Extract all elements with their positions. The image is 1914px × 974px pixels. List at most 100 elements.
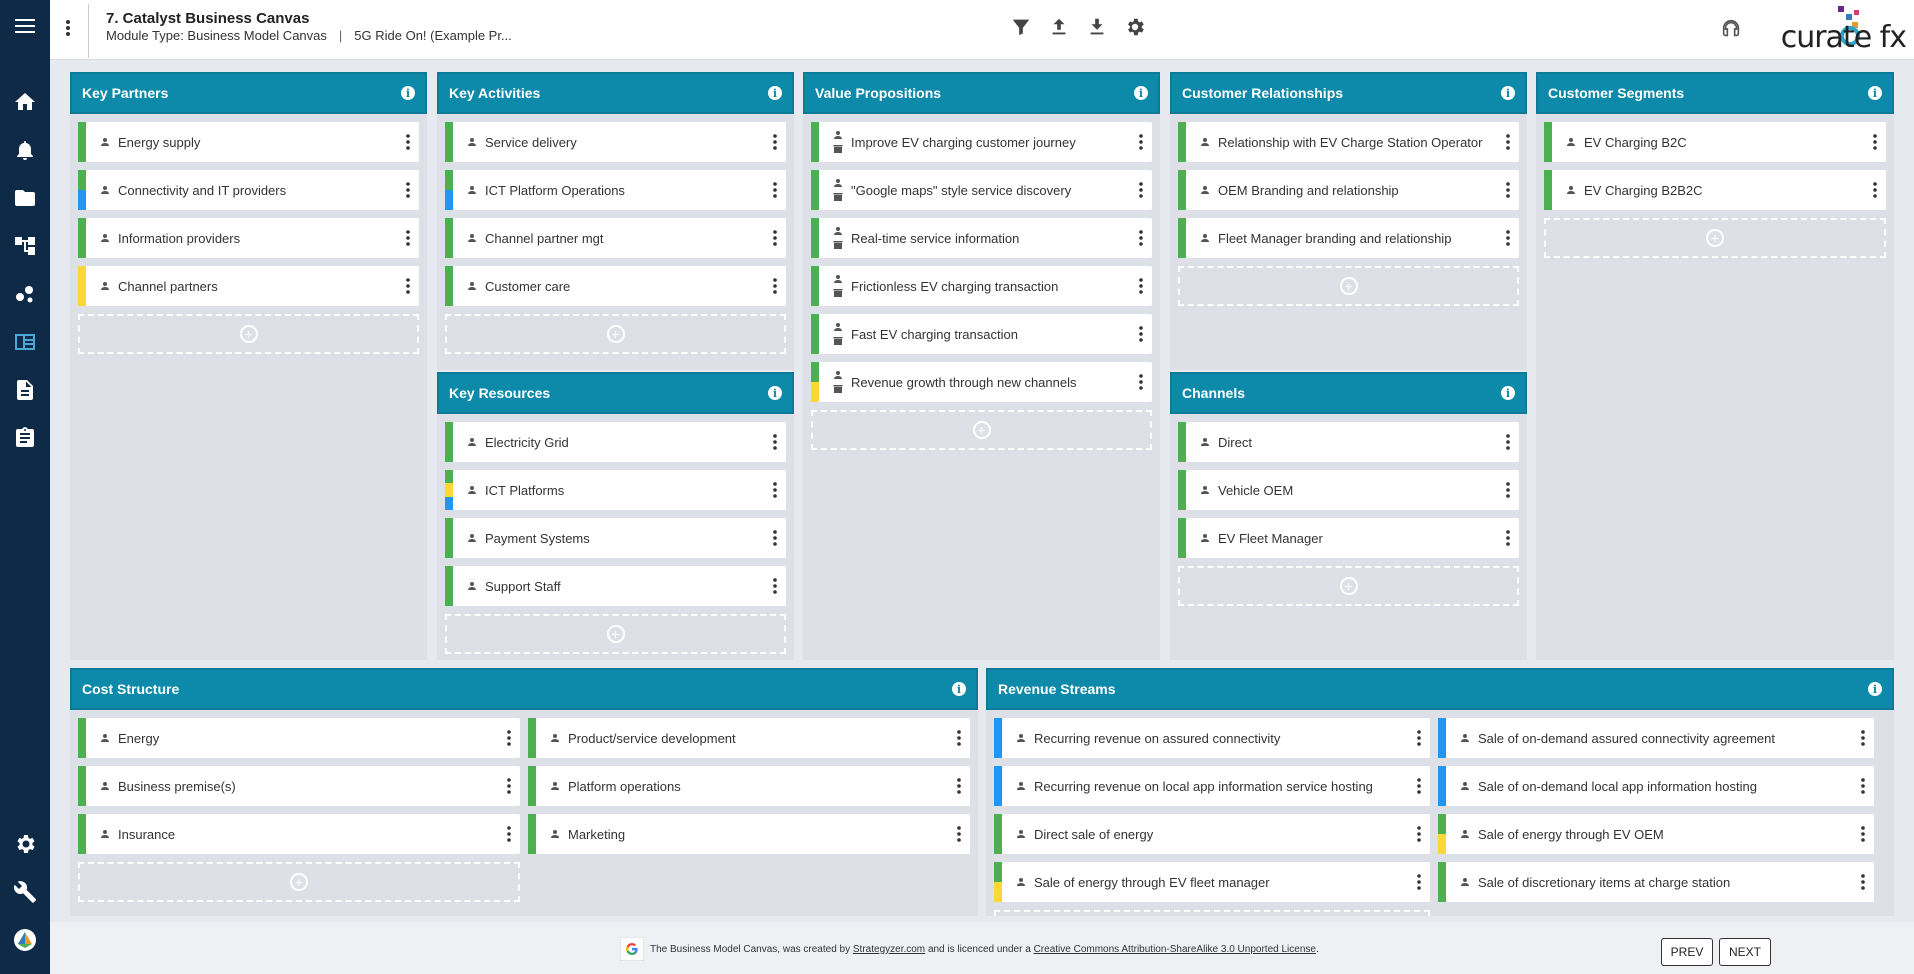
- card-menu-icon[interactable]: [1497, 518, 1519, 558]
- info-icon[interactable]: i: [1134, 86, 1148, 100]
- card-menu-icon[interactable]: [1852, 814, 1874, 854]
- card-menu-icon[interactable]: [764, 518, 786, 558]
- add-card-slot[interactable]: +: [78, 862, 520, 902]
- more-options-icon[interactable]: [56, 14, 80, 42]
- card-ev-charging-b2b2c[interactable]: EV Charging B2B2C: [1544, 170, 1886, 210]
- card-recurring-revenue-on-local-app-information-service-hosting[interactable]: Recurring revenue on local app informati…: [994, 766, 1430, 806]
- add-card-slot[interactable]: +: [78, 314, 419, 354]
- card-menu-icon[interactable]: [397, 266, 419, 306]
- info-icon[interactable]: i: [1868, 86, 1882, 100]
- card-menu-icon[interactable]: [764, 170, 786, 210]
- canvas-icon[interactable]: [0, 322, 50, 362]
- card-ev-fleet-manager[interactable]: EV Fleet Manager: [1178, 518, 1519, 558]
- card-support-staff[interactable]: Support Staff: [445, 566, 786, 606]
- clipboard-icon[interactable]: [0, 418, 50, 458]
- card-menu-icon[interactable]: [1408, 814, 1430, 854]
- add-card-slot[interactable]: +: [1178, 266, 1519, 306]
- card-ev-charging-b2c[interactable]: EV Charging B2C: [1544, 122, 1886, 162]
- card-menu-icon[interactable]: [498, 718, 520, 758]
- card-product-service-development[interactable]: Product/service development: [528, 718, 970, 758]
- info-icon[interactable]: i: [952, 682, 966, 696]
- license-link[interactable]: Creative Commons Attribution-ShareAlike …: [1034, 944, 1316, 955]
- card-menu-icon[interactable]: [1408, 862, 1430, 902]
- bell-icon[interactable]: [0, 130, 50, 170]
- info-icon[interactable]: i: [401, 86, 415, 100]
- card-menu-icon[interactable]: [498, 766, 520, 806]
- card-energy[interactable]: Energy: [78, 718, 520, 758]
- gear-icon[interactable]: [1122, 14, 1148, 40]
- card-fast-ev-charging-transaction[interactable]: Fast EV charging transaction: [811, 314, 1152, 354]
- card-recurring-revenue-on-assured-connectivity[interactable]: Recurring revenue on assured connectivit…: [994, 718, 1430, 758]
- app-logo-icon[interactable]: [0, 920, 50, 960]
- strategyzer-link[interactable]: Strategyzer.com: [853, 944, 925, 955]
- add-card-slot[interactable]: +: [445, 614, 786, 654]
- card-menu-icon[interactable]: [764, 422, 786, 462]
- add-card-slot[interactable]: +: [1178, 566, 1519, 606]
- upload-icon[interactable]: [1046, 14, 1072, 40]
- card-google-maps-style-service-discovery[interactable]: "Google maps" style service discovery: [811, 170, 1152, 210]
- settings-icon[interactable]: [0, 824, 50, 864]
- card-frictionless-ev-charging-transaction[interactable]: Frictionless EV charging transaction: [811, 266, 1152, 306]
- card-fleet-manager-branding-and-relationship[interactable]: Fleet Manager branding and relationship: [1178, 218, 1519, 258]
- card-menu-icon[interactable]: [764, 566, 786, 606]
- document-icon[interactable]: [0, 370, 50, 410]
- card-menu-icon[interactable]: [1852, 718, 1874, 758]
- network-icon[interactable]: [0, 274, 50, 314]
- download-icon[interactable]: [1084, 14, 1110, 40]
- card-menu-icon[interactable]: [1130, 362, 1152, 402]
- card-menu-icon[interactable]: [948, 718, 970, 758]
- add-card-slot[interactable]: +: [1544, 218, 1886, 258]
- card-sale-of-on-demand-assured-connectivity-agreement[interactable]: Sale of on-demand assured connectivity a…: [1438, 718, 1874, 758]
- card-menu-icon[interactable]: [1864, 170, 1886, 210]
- card-sale-of-discretionary-items-at-charge-station[interactable]: Sale of discretionary items at charge st…: [1438, 862, 1874, 902]
- card-payment-systems[interactable]: Payment Systems: [445, 518, 786, 558]
- card-menu-icon[interactable]: [764, 470, 786, 510]
- card-menu-icon[interactable]: [1852, 766, 1874, 806]
- card-ict-platform-operations[interactable]: ICT Platform Operations: [445, 170, 786, 210]
- card-energy-supply[interactable]: Energy supply: [78, 122, 419, 162]
- add-card-slot[interactable]: +: [811, 410, 1152, 450]
- next-button[interactable]: NEXT: [1719, 938, 1771, 966]
- card-menu-icon[interactable]: [1852, 862, 1874, 902]
- card-menu-icon[interactable]: [1497, 422, 1519, 462]
- card-ict-platforms[interactable]: ICT Platforms: [445, 470, 786, 510]
- card-menu-icon[interactable]: [764, 122, 786, 162]
- card-electricity-grid[interactable]: Electricity Grid: [445, 422, 786, 462]
- card-channel-partners[interactable]: Channel partners: [78, 266, 419, 306]
- card-menu-icon[interactable]: [1130, 218, 1152, 258]
- card-menu-icon[interactable]: [1130, 122, 1152, 162]
- info-icon[interactable]: i: [1501, 86, 1515, 100]
- card-menu-icon[interactable]: [1130, 266, 1152, 306]
- card-menu-icon[interactable]: [1130, 314, 1152, 354]
- card-business-premise-s[interactable]: Business premise(s): [78, 766, 520, 806]
- card-menu-icon[interactable]: [1497, 470, 1519, 510]
- info-icon[interactable]: i: [768, 386, 782, 400]
- card-oem-branding-and-relationship[interactable]: OEM Branding and relationship: [1178, 170, 1519, 210]
- card-menu-icon[interactable]: [1864, 122, 1886, 162]
- card-information-providers[interactable]: Information providers: [78, 218, 419, 258]
- card-connectivity-and-it-providers[interactable]: Connectivity and IT providers: [78, 170, 419, 210]
- add-card-slot[interactable]: +: [994, 910, 1430, 916]
- card-sale-of-on-demand-local-app-information-hosting[interactable]: Sale of on-demand local app information …: [1438, 766, 1874, 806]
- support-headset-icon[interactable]: [1720, 18, 1742, 40]
- info-icon[interactable]: i: [1501, 386, 1515, 400]
- card-marketing[interactable]: Marketing: [528, 814, 970, 854]
- card-menu-icon[interactable]: [397, 218, 419, 258]
- card-menu-icon[interactable]: [1408, 766, 1430, 806]
- project-name[interactable]: 5G Ride On! (Example Pr...: [354, 28, 512, 43]
- card-relationship-with-ev-charge-station-operator[interactable]: Relationship with EV Charge Station Oper…: [1178, 122, 1519, 162]
- card-revenue-growth-through-new-channels[interactable]: Revenue growth through new channels: [811, 362, 1152, 402]
- card-menu-icon[interactable]: [1408, 718, 1430, 758]
- card-menu-icon[interactable]: [764, 218, 786, 258]
- info-icon[interactable]: i: [768, 86, 782, 100]
- card-menu-icon[interactable]: [948, 766, 970, 806]
- card-direct-sale-of-energy[interactable]: Direct sale of energy: [994, 814, 1430, 854]
- wrench-icon[interactable]: [0, 872, 50, 912]
- card-menu-icon[interactable]: [1130, 170, 1152, 210]
- card-customer-care[interactable]: Customer care: [445, 266, 786, 306]
- card-sale-of-energy-through-ev-oem[interactable]: Sale of energy through EV OEM: [1438, 814, 1874, 854]
- card-menu-icon[interactable]: [498, 814, 520, 854]
- card-channel-partner-mgt[interactable]: Channel partner mgt: [445, 218, 786, 258]
- card-improve-ev-charging-customer-journey[interactable]: Improve EV charging customer journey: [811, 122, 1152, 162]
- card-menu-icon[interactable]: [764, 266, 786, 306]
